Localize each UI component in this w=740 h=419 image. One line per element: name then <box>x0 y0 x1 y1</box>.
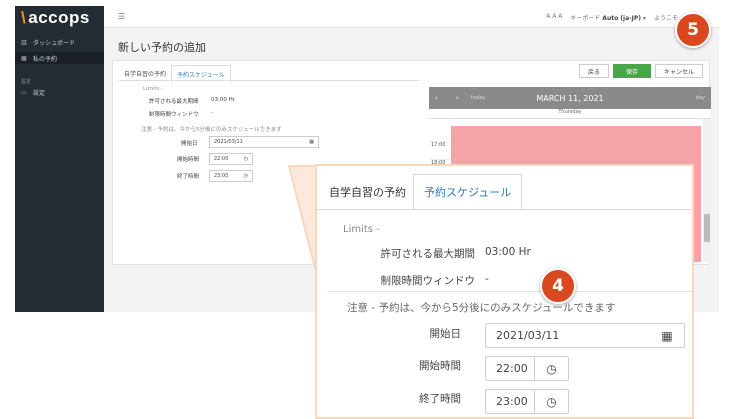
window-label: 制限時間ウィンドウ <box>380 275 476 287</box>
tab-self-study[interactable]: 自学自習の予約 <box>319 174 416 210</box>
max-period-label: 許可される最大期間 <box>380 248 476 260</box>
tab-schedule[interactable]: 予約スケジュール <box>413 174 523 210</box>
max-period-value: 03:00 Hr <box>485 246 531 258</box>
zoom-panel: 自学自習の予約 予約スケジュール Limits - 許可される最大期間 03:0… <box>315 164 694 419</box>
window-value: - <box>485 273 489 285</box>
start-date-label: 開始日 <box>429 328 462 340</box>
step-badge-4: 4 <box>540 268 576 304</box>
start-date-input[interactable]: 2021/03/11 ▦ <box>485 323 685 348</box>
section-divider <box>327 291 692 292</box>
zoom-tab-bar: 自学自習の予約 予約スケジュール <box>317 166 692 210</box>
start-time-label: 開始時間 <box>419 360 461 372</box>
clock-icon[interactable]: ◷ <box>534 357 568 380</box>
tab-divider <box>317 209 692 210</box>
clock-icon[interactable]: ◷ <box>534 390 568 413</box>
end-time-label: 終了時間 <box>419 393 461 405</box>
limits-label: Limits - <box>343 224 380 235</box>
start-time-input[interactable]: 22:00 ◷ <box>485 356 569 381</box>
calendar-icon[interactable]: ▦ <box>650 324 684 347</box>
schedule-note: 注意 - 予約は、今から5分後にのみスケジュールできます <box>347 302 616 314</box>
end-time-input[interactable]: 23:00 ◷ <box>485 389 569 414</box>
step-badge-5: 5 <box>675 12 711 48</box>
